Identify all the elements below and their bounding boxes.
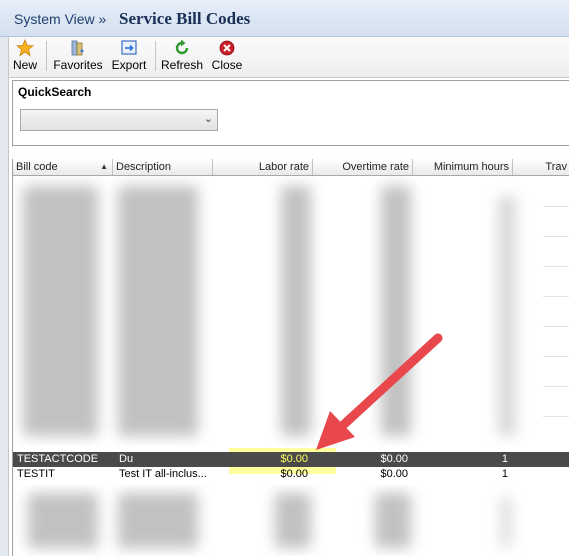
column-header-label: Overtime rate <box>342 161 409 173</box>
column-header-overtime-rate[interactable]: Overtime rate <box>313 159 413 175</box>
redacted-region <box>23 186 98 436</box>
favorites-icon <box>71 40 84 56</box>
export-button[interactable]: Export <box>110 39 148 75</box>
grid-line <box>543 326 569 327</box>
toolbar-separator <box>155 41 156 71</box>
grid-line <box>543 266 569 267</box>
page-title: Service Bill Codes <box>119 9 251 28</box>
redacted-region <box>501 497 511 547</box>
blurred-rows <box>13 485 569 556</box>
title-bar: System View » Service Bill Codes <box>0 0 569 37</box>
redacted-region <box>118 186 198 436</box>
favorites-button[interactable]: Favorites <box>53 39 103 75</box>
redacted-region <box>381 186 411 436</box>
table-row[interactable]: TESTIT Test IT all-inclus... $0.00 $0.00… <box>13 467 569 482</box>
grid-line <box>543 356 569 357</box>
quicksearch-select[interactable]: ⌄ <box>20 109 218 131</box>
breadcrumb[interactable]: System View » <box>14 11 106 27</box>
table-row[interactable]: TESTACTCODE Du $0.00 $0.00 1 <box>13 452 569 467</box>
redacted-region <box>275 493 311 548</box>
refresh-icon <box>175 39 189 55</box>
toolbar-separator <box>46 41 47 71</box>
cell-bill-code: TESTIT <box>17 468 55 480</box>
grid-line <box>543 236 569 237</box>
refresh-button[interactable]: Refresh <box>161 39 203 75</box>
cell-description: Test IT all-inclus... <box>119 468 207 480</box>
star-icon <box>16 39 34 57</box>
column-header-label: Bill code <box>16 161 58 173</box>
favorites-label: Favorites <box>53 58 103 72</box>
cell-description: Du <box>119 453 134 465</box>
cell-bill-code: TESTACTCODE <box>17 453 99 465</box>
grid-line <box>543 386 569 387</box>
quicksearch-label: QuickSearch <box>18 85 92 99</box>
column-header-description[interactable]: Description <box>113 159 213 175</box>
column-header-label: Description <box>116 161 172 173</box>
cell-minimum-hours: 1 <box>501 453 508 465</box>
bill-codes-grid: Bill code ▲ Description Labor rate Overt… <box>12 159 569 556</box>
export-label: Export <box>111 58 147 72</box>
column-header-label: Labor rate <box>258 161 309 173</box>
grid-header: Bill code ▲ Description Labor rate Overt… <box>13 159 569 176</box>
quicksearch-panel: QuickSearch ⌄ <box>12 80 569 146</box>
grid-line <box>543 206 569 207</box>
sort-ascending-icon: ▲ <box>100 162 108 171</box>
close-label: Close <box>211 58 243 72</box>
redacted-region <box>281 186 311 436</box>
cell-minimum-hours: 1 <box>501 468 508 480</box>
redacted-region <box>375 493 411 548</box>
cell-labor-rate: $0.00 <box>280 453 308 465</box>
redacted-region <box>118 493 198 548</box>
grid-line <box>543 416 569 417</box>
new-label: New <box>12 58 37 72</box>
cell-overtime-rate: $0.00 <box>380 468 408 480</box>
toolbar: New Favorites Export Refresh Close <box>0 37 569 78</box>
chevron-down-icon[interactable]: ⌄ <box>204 112 213 125</box>
close-icon <box>219 40 235 56</box>
column-header-label: Trav <box>545 161 567 173</box>
column-header-bill-code[interactable]: Bill code ▲ <box>13 159 113 175</box>
export-icon <box>121 40 137 55</box>
refresh-label: Refresh <box>161 58 204 72</box>
cell-overtime-rate: $0.00 <box>380 453 408 465</box>
redacted-region <box>498 196 516 436</box>
column-header-minimum-hours[interactable]: Minimum hours <box>413 159 513 175</box>
blurred-rows <box>13 176 569 446</box>
cell-labor-rate: $0.00 <box>280 468 308 480</box>
new-button[interactable]: New <box>10 39 40 75</box>
column-header-label: Minimum hours <box>433 161 509 173</box>
close-button[interactable]: Close <box>210 39 244 75</box>
redacted-region <box>28 493 98 548</box>
left-splitter[interactable] <box>0 37 9 556</box>
column-header-travel[interactable]: Trav <box>513 159 569 175</box>
grid-line <box>543 296 569 297</box>
column-header-labor-rate[interactable]: Labor rate <box>213 159 313 175</box>
